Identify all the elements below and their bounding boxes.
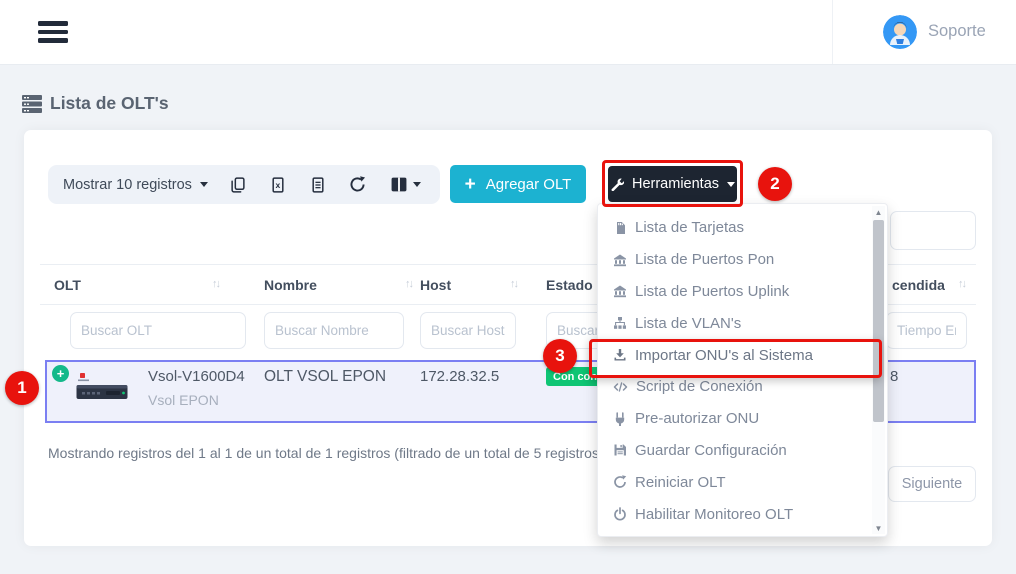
user-menu[interactable]: Soporte: [832, 0, 1016, 64]
menu-item-lista-de-puertos-uplink[interactable]: Lista de Puertos Uplink: [598, 276, 887, 308]
svg-text:x: x: [275, 180, 280, 190]
menu-item-reiniciar-olt[interactable]: Reiniciar OLT: [598, 466, 887, 498]
ports-icon: [613, 253, 627, 267]
add-olt-button[interactable]: + Agregar OLT: [450, 165, 586, 203]
show-records-label: Mostrar 10 registros: [63, 177, 192, 193]
chevron-down-icon: [413, 182, 421, 187]
wrench-icon: [610, 177, 624, 191]
column-header-host[interactable]: Host: [420, 277, 451, 293]
menu-item-lista-de-vlans[interactable]: Lista de VLAN's: [598, 307, 887, 339]
menu-item-lista-de-tarjetas[interactable]: Lista de Tarjetas: [598, 212, 887, 244]
tools-dropdown-button[interactable]: Herramientas: [608, 166, 737, 202]
add-olt-label: Agregar OLT: [486, 176, 572, 193]
row-olt-type: Vsol EPON: [148, 392, 219, 408]
annotation-step-3: 3: [543, 339, 577, 373]
copy-icon: [230, 177, 246, 193]
menu-item-habilitar-monitoreo-olt[interactable]: Habilitar Monitoreo OLT: [598, 498, 887, 530]
filter-nombre-input[interactable]: [264, 312, 404, 349]
row-nombre: OLT VSOL EPON: [264, 368, 386, 386]
column-header-olt[interactable]: OLT: [54, 277, 81, 293]
row-tiempo-encendida: 8: [890, 368, 898, 385]
table-search-input[interactable]: [890, 211, 976, 250]
ports-icon: [613, 284, 627, 298]
sd-card-icon: [613, 221, 627, 235]
filter-olt-input[interactable]: [70, 312, 246, 349]
reload-table-button[interactable]: [338, 165, 378, 204]
chevron-down-icon: [200, 182, 208, 187]
sort-icon[interactable]: ↑↓: [212, 278, 219, 290]
page-header: Lista de OLT's: [22, 93, 169, 114]
plug-icon: [613, 412, 627, 426]
power-icon: [613, 507, 627, 521]
save-icon: [613, 443, 627, 457]
dropdown-scrollbar[interactable]: ▲ ▼: [872, 206, 885, 534]
menu-item-importar-onus-al-sistema[interactable]: Importar ONU's al Sistema: [598, 339, 887, 371]
olt-device-image: [76, 372, 128, 404]
filter-host-input[interactable]: [420, 312, 516, 349]
column-header-estado[interactable]: Estado: [546, 277, 593, 293]
records-info: Mostrando registros del 1 al 1 de un tot…: [48, 445, 604, 461]
datatable-toolbar: Mostrar 10 registros x: [48, 165, 440, 204]
top-bar: Soporte: [0, 0, 1016, 64]
next-page-button[interactable]: Siguiente: [888, 466, 976, 502]
tools-dropdown-menu: Lista de Tarjetas Lista de Puertos Pon L…: [597, 203, 888, 537]
sort-icon[interactable]: ↑↓: [958, 278, 965, 290]
scroll-up-icon[interactable]: ▲: [872, 206, 885, 218]
chevron-down-icon: [727, 182, 735, 187]
menu-item-guardar-configuracion[interactable]: Guardar Configuración: [598, 435, 887, 467]
export-excel-button[interactable]: x: [258, 165, 298, 204]
filter-tiempo-input[interactable]: [886, 312, 967, 349]
scroll-down-icon[interactable]: ▼: [872, 522, 885, 534]
server-stack-icon: [22, 95, 42, 113]
hamburger-menu-icon[interactable]: [38, 21, 68, 43]
row-host: 172.28.32.5: [420, 368, 499, 385]
column-visibility-button[interactable]: [378, 165, 434, 204]
copy-button[interactable]: [218, 165, 258, 204]
code-icon: [613, 380, 628, 394]
support-label: Soporte: [928, 22, 986, 41]
tools-label: Herramientas: [632, 176, 719, 192]
expand-row-button[interactable]: +: [52, 365, 69, 382]
excel-file-icon: x: [270, 177, 286, 193]
page-title: Lista de OLT's: [50, 93, 169, 114]
annotation-step-2: 2: [758, 167, 792, 201]
user-avatar: [883, 15, 917, 49]
column-header-tiempo-encendida[interactable]: cendida: [892, 277, 945, 293]
plus-icon: +: [465, 175, 476, 194]
sort-icon[interactable]: ↑↓: [405, 278, 412, 290]
sitemap-icon: [613, 316, 627, 330]
show-records-dropdown[interactable]: Mostrar 10 registros: [48, 177, 218, 193]
scrollbar-thumb[interactable]: [873, 220, 884, 422]
download-icon: [613, 348, 627, 362]
export-file-button[interactable]: [298, 165, 338, 204]
menu-item-script-de-conexion[interactable]: Script de Conexión: [598, 371, 887, 403]
refresh-icon: [613, 475, 627, 489]
row-olt-model: Vsol-V1600D4: [148, 368, 245, 385]
menu-item-pre-autorizar-onu[interactable]: Pre-autorizar ONU: [598, 403, 887, 435]
annotation-step-1: 1: [5, 371, 39, 405]
document-icon: [310, 177, 326, 193]
columns-icon: [391, 177, 407, 192]
column-header-nombre[interactable]: Nombre: [264, 277, 317, 293]
sort-icon[interactable]: ↑↓: [510, 278, 517, 290]
refresh-icon: [349, 176, 366, 193]
menu-item-lista-de-puertos-pon[interactable]: Lista de Puertos Pon: [598, 244, 887, 276]
